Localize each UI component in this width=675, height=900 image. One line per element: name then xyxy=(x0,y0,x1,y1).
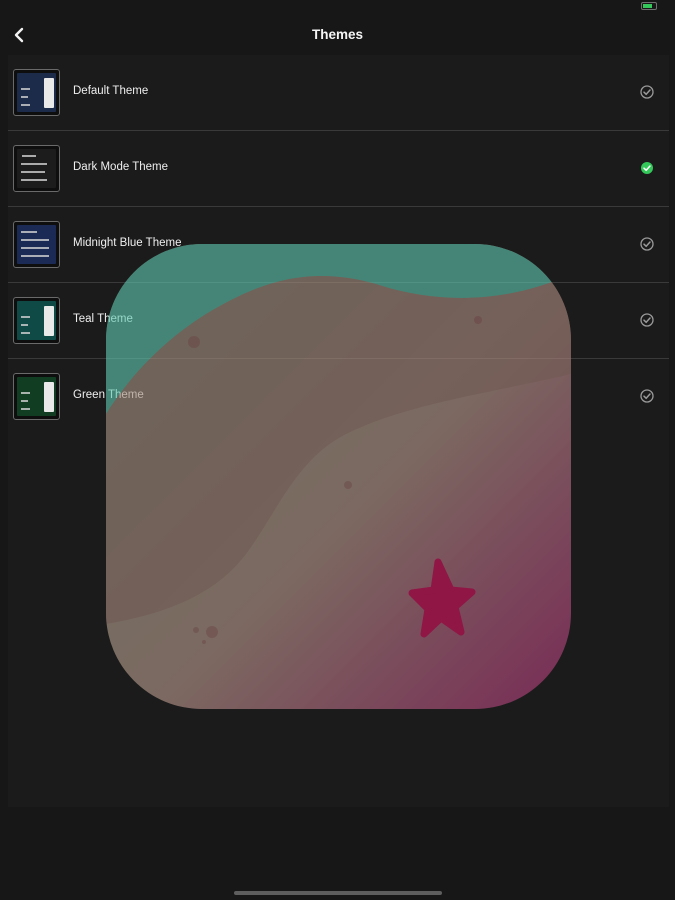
theme-thumbnail xyxy=(13,69,60,116)
thumbnail-line xyxy=(21,247,49,249)
thumbnail-line xyxy=(21,179,47,181)
thumbnail-line xyxy=(21,324,28,326)
page-title: Themes xyxy=(311,27,364,42)
app-icon-artwork xyxy=(106,244,571,709)
thumbnail-line xyxy=(21,171,45,173)
thumbnail-line xyxy=(21,96,28,98)
starfish-beach-app-icon xyxy=(106,244,571,709)
theme-thumbnail xyxy=(13,373,60,420)
thumbnail-line xyxy=(21,255,49,257)
checkmark-circle-icon xyxy=(641,162,653,174)
battery-icon xyxy=(641,2,657,10)
sand-speck xyxy=(202,640,206,644)
status-indicators xyxy=(641,2,657,10)
thumbnail-line xyxy=(21,163,47,165)
home-indicator[interactable] xyxy=(234,891,442,895)
checkmark-circle-icon xyxy=(640,389,654,403)
sand-speck xyxy=(193,627,199,633)
checkmark-circle-icon xyxy=(640,237,654,251)
navigation-bar: Themes xyxy=(0,18,675,52)
thumbnail-line xyxy=(21,88,30,90)
sand-speck xyxy=(474,316,482,324)
thumbnail-line xyxy=(21,392,30,394)
sand-speck xyxy=(344,481,352,489)
theme-thumbnail xyxy=(13,297,60,344)
thumbnail-line xyxy=(21,408,30,410)
theme-thumbnail xyxy=(13,221,60,268)
status-bar xyxy=(0,0,675,16)
theme-label: Dark Mode Theme xyxy=(73,161,169,173)
sand-speck xyxy=(188,336,200,348)
thumbnail-panel xyxy=(44,78,54,108)
theme-row-default[interactable]: Default Theme xyxy=(8,55,669,131)
thumbnail-line xyxy=(21,104,30,106)
theme-thumbnail xyxy=(13,145,60,192)
checkmark-circle-icon xyxy=(640,313,654,327)
thumbnail-panel xyxy=(44,306,54,336)
theme-label: Midnight Blue Theme xyxy=(73,237,182,249)
thumbnail-line xyxy=(21,332,30,334)
theme-label: Default Theme xyxy=(73,85,149,97)
thumbnail-line xyxy=(21,316,30,318)
thumbnail-line xyxy=(21,231,37,233)
sand-speck xyxy=(206,626,218,638)
thumbnail-line xyxy=(21,400,28,402)
thumbnail-line xyxy=(22,155,36,157)
thumbnail-panel xyxy=(44,382,54,412)
theme-row-dark-mode[interactable]: Dark Mode Theme xyxy=(8,131,669,207)
thumbnail-line xyxy=(21,239,49,241)
checkmark-circle-icon xyxy=(640,85,654,99)
